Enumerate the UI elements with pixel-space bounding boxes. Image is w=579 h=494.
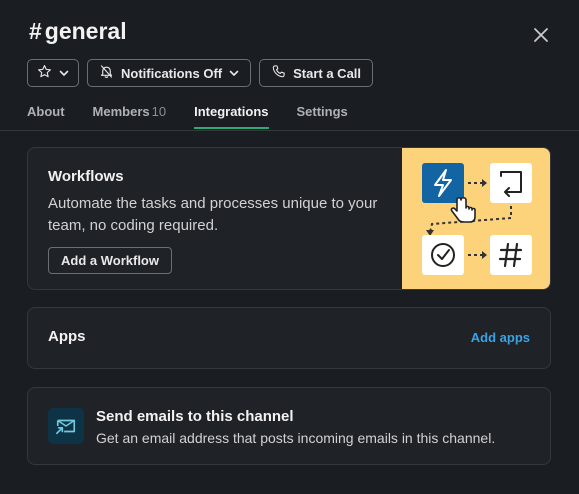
channel-controls: Notifications Off Start a Call (27, 59, 374, 87)
channel-header: # general Notifications Off Start a Call… (0, 0, 579, 130)
email-title: Send emails to this channel (96, 408, 294, 425)
tab-settings[interactable]: Settings (297, 104, 348, 128)
members-count: 10 (151, 104, 167, 119)
chevron-down-icon (229, 66, 239, 81)
header-divider (0, 130, 579, 131)
tab-members-label: Members (92, 104, 150, 119)
email-card[interactable]: Send emails to this channel Get an email… (27, 387, 551, 465)
workflow-illustration (402, 148, 550, 289)
close-icon[interactable] (532, 26, 550, 44)
channel-title: # general (29, 18, 127, 45)
apps-title: Apps (48, 328, 86, 345)
add-apps-link[interactable]: Add apps (471, 330, 530, 345)
start-call-button[interactable]: Start a Call (259, 59, 374, 87)
workflows-card: Workflows Automate the tasks and process… (27, 147, 551, 290)
channel-name: general (44, 18, 127, 44)
tab-about[interactable]: About (27, 104, 65, 128)
tab-integrations-label: Integrations (194, 104, 269, 119)
add-workflow-button[interactable]: Add a Workflow (48, 247, 172, 274)
hash-icon: # (29, 18, 42, 44)
tab-about-label: About (27, 104, 65, 119)
start-call-label: Start a Call (293, 65, 362, 81)
star-icon (37, 64, 52, 82)
workflows-description: Automate the tasks and processes unique … (48, 195, 378, 234)
workflows-title: Workflows (48, 168, 124, 185)
channel-tabs: About Members 10 Integrations Settings (27, 104, 348, 129)
bell-off-icon (99, 64, 114, 82)
chevron-down-icon (59, 66, 69, 81)
tab-settings-label: Settings (296, 104, 348, 119)
apps-card: Apps Add apps (27, 307, 551, 369)
email-description: Get an email address that posts incoming… (96, 430, 496, 446)
tab-members[interactable]: Members 10 (93, 104, 167, 128)
notifications-button[interactable]: Notifications Off (87, 59, 252, 87)
star-button[interactable] (27, 59, 79, 87)
notifications-label: Notifications Off (121, 65, 223, 81)
phone-icon (271, 64, 286, 82)
tab-integrations[interactable]: Integrations (194, 104, 269, 129)
email-forward-icon (48, 408, 84, 444)
